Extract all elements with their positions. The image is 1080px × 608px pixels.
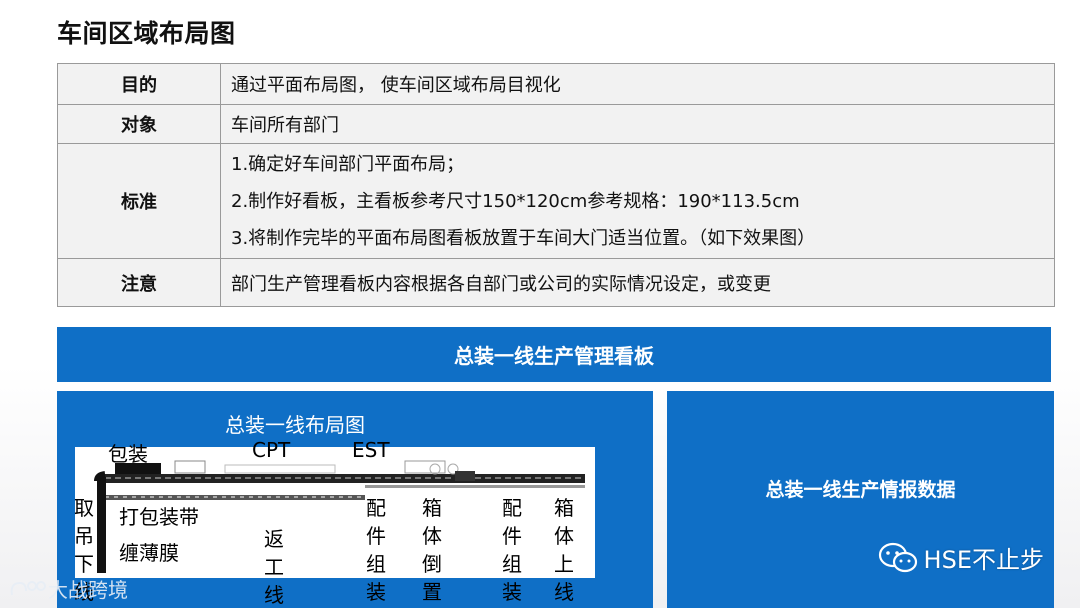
info-title: 总装一线生产情报数据 <box>765 479 956 501</box>
row-label: 对象 <box>57 104 221 144</box>
label-invert: 箱体倒置 <box>422 496 442 604</box>
layout-panel: 总装一线布局图 包装 CPT EST 打包装带 缠薄膜 取吊下线 返工线 配件组… <box>57 391 653 608</box>
label-film: 缠薄膜 <box>119 541 179 565</box>
board-banner: 总装一线生产管理看板 <box>57 327 1051 382</box>
conveyor-mid-rail <box>365 485 585 488</box>
row-label: 注意 <box>57 258 221 307</box>
row-content: 通过平面布局图， 使车间区域布局目视化 <box>220 63 1055 105</box>
drop-line <box>97 477 106 573</box>
row-content: 部门生产管理看板内容根据各自部门或公司的实际情况设定，或变更 <box>220 258 1055 307</box>
standard-line: 1.确定好车间部门平面布局； <box>231 153 465 175</box>
table-row: 对象 车间所有部门 <box>57 104 1055 144</box>
corner-text: 大战跨境 <box>48 578 128 602</box>
table-row: 注意 部门生产管理看板内容根据各自部门或公司的实际情况设定，或变更 <box>57 258 1055 307</box>
layout-title: 总装一线布局图 <box>225 413 365 437</box>
table-row: 目的 通过平面布局图， 使车间区域布局目视化 <box>57 63 1055 105</box>
standard-line: 3.将制作完毕的平面布局图看板放置于车间大门适当位置。（如下效果图） <box>231 227 816 249</box>
info-panel: 总装一线生产情报数据 <box>667 391 1054 608</box>
wechat-icon <box>878 542 917 572</box>
page-title: 车间区域布局图 <box>57 19 236 48</box>
label-return: 返工线 <box>264 527 284 607</box>
info-table: 目的 通过平面布局图， 使车间区域布局目视化 对象 车间所有部门 标准 1.确定… <box>57 63 1055 307</box>
watermark-text: HSE不止步 <box>923 546 1044 574</box>
row-label: 标准 <box>57 143 221 259</box>
row-content: 车间所有部门 <box>220 104 1055 144</box>
standard-line: 2.制作好看板，主看板参考尺寸150*120cm参考规格：190*113.5cm <box>231 190 800 212</box>
row-content: 1.确定好车间部门平面布局； 2.制作好看板，主看板参考尺寸150*120cm参… <box>220 143 1055 259</box>
label-online: 箱体上线 <box>554 496 574 604</box>
label-assy1: 配件组装 <box>366 496 386 604</box>
table-row: 标准 1.确定好车间部门平面布局； 2.制作好看板，主看板参考尺寸150*120… <box>57 143 1055 259</box>
watermark: HSE不止步 <box>878 540 1044 575</box>
label-assy2: 配件组装 <box>502 496 522 604</box>
label-strap: 打包装带 <box>119 505 199 529</box>
row-label: 目的 <box>57 63 221 105</box>
label-est: EST <box>352 438 390 462</box>
logo-icon <box>10 580 46 595</box>
corner-watermark: 大战跨境 <box>8 574 128 603</box>
label-pack: 包装 <box>108 442 148 466</box>
label-cpt: CPT <box>252 438 291 462</box>
